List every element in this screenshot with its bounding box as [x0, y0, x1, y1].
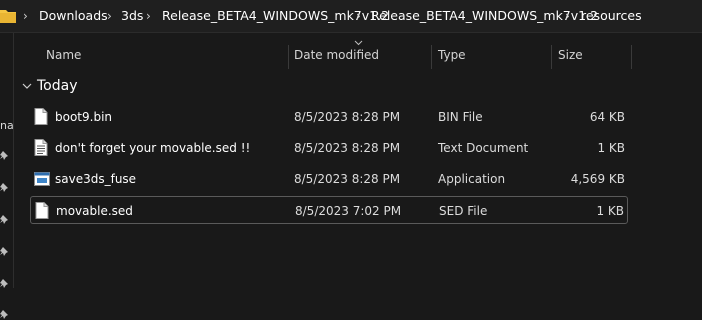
breadcrumb-resources[interactable]: resources — [581, 8, 642, 23]
pin-icon — [0, 183, 8, 192]
column-header-type[interactable]: Type — [438, 48, 466, 62]
column-header-name[interactable]: Name — [46, 48, 81, 62]
toolbar-divider — [0, 32, 702, 33]
breadcrumb-3ds[interactable]: 3ds — [121, 8, 143, 23]
breadcrumb-downloads[interactable]: Downloads — [39, 8, 108, 23]
column-divider[interactable] — [288, 45, 289, 69]
file-row-boot9[interactable]: boot9.bin 8/5/2023 8:28 PM BIN File 64 K… — [30, 103, 628, 131]
pin-icon — [0, 247, 8, 256]
pin-icon — [0, 310, 8, 319]
file-name: movable.sed — [56, 204, 133, 218]
column-divider[interactable] — [631, 45, 632, 69]
text-document-icon — [34, 139, 48, 156]
chevron-right-icon: › — [107, 9, 112, 23]
file-date: 8/5/2023 8:28 PM — [294, 141, 401, 155]
file-icon — [34, 108, 48, 125]
collapse-chevron-icon[interactable] — [22, 83, 32, 90]
file-date: 8/5/2023 8:28 PM — [294, 172, 401, 186]
file-row-movable-sed[interactable]: movable.sed 8/5/2023 7:02 PM SED File 1 … — [30, 196, 628, 224]
chevron-right-icon: › — [565, 9, 570, 23]
folder-icon — [0, 10, 16, 23]
chevron-right-icon: › — [146, 9, 151, 23]
file-size: 4,569 KB — [570, 172, 625, 186]
file-size: 1 KB — [596, 204, 624, 218]
file-date: 8/5/2023 8:28 PM — [294, 110, 401, 124]
file-size: 64 KB — [589, 110, 625, 124]
chevron-right-icon: › — [23, 9, 28, 23]
chevron-right-icon: › — [356, 9, 361, 23]
nav-item-label[interactable]: na — [0, 119, 14, 132]
column-divider[interactable] — [431, 45, 432, 69]
breadcrumb-release-folder[interactable]: Release_BETA4_WINDOWS_mk7v1.2 — [162, 8, 389, 23]
pin-icon — [0, 151, 8, 160]
column-header-size[interactable]: Size — [558, 48, 583, 62]
group-header-today[interactable]: Today — [37, 78, 78, 94]
file-type: SED File — [439, 204, 488, 218]
address-bar[interactable]: › Downloads › 3ds › Release_BETA4_WINDOW… — [0, 0, 702, 32]
sort-chevron-icon — [354, 40, 363, 46]
file-name: save3ds_fuse — [55, 172, 137, 186]
file-type: Application — [438, 172, 506, 186]
file-size: 1 KB — [597, 141, 625, 155]
pin-icon — [0, 215, 8, 224]
file-icon — [35, 202, 49, 219]
column-header-date-modified[interactable]: Date modified — [294, 48, 379, 62]
file-name: boot9.bin — [55, 110, 113, 124]
breadcrumb-release-subfolder[interactable]: Release_BETA4_WINDOWS_mk7v1.2 — [371, 8, 598, 23]
application-icon — [34, 172, 50, 186]
pane-divider[interactable] — [13, 33, 14, 288]
column-divider[interactable] — [551, 45, 552, 69]
file-date: 8/5/2023 7:02 PM — [295, 204, 402, 218]
navigation-pane[interactable]: na — [0, 33, 14, 319]
file-row-dont-forget[interactable]: don't forget your movable.sed !! 8/5/202… — [30, 134, 628, 162]
file-row-save3ds-fuse[interactable]: save3ds_fuse 8/5/2023 8:28 PM Applicatio… — [30, 165, 628, 193]
file-name: don't forget your movable.sed !! — [55, 141, 251, 155]
file-type: Text Document — [438, 141, 529, 155]
file-type: BIN File — [438, 110, 483, 124]
